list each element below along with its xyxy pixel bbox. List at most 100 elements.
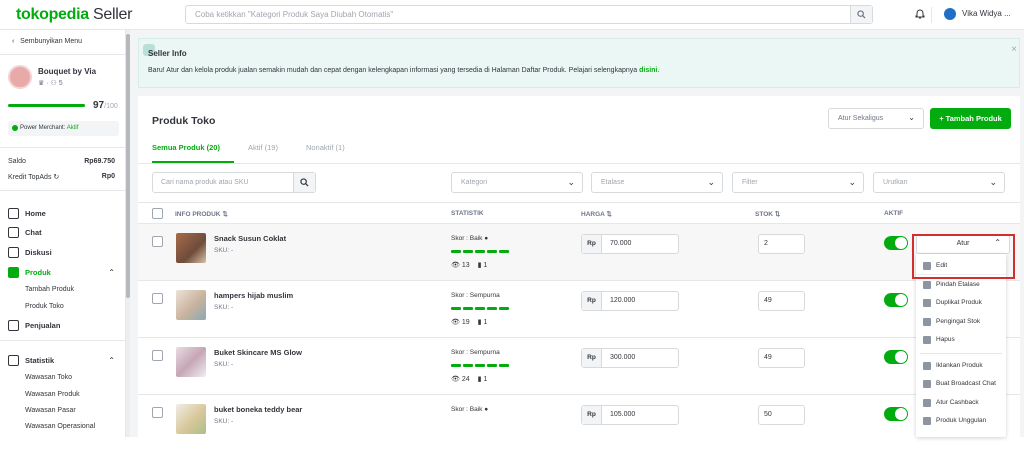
filter-dropdown[interactable]: Filter ⌄ [732,172,864,193]
bulk-action-dropdown[interactable]: Atur Sekaligus ⌄ [828,108,924,129]
user-avatar[interactable] [944,8,956,20]
nav-chat[interactable]: Chat [8,227,42,238]
price-input[interactable]: Rp 105.000 [581,405,679,425]
badge-icon: ♛ [38,80,45,87]
product-stats: 👁 13 ▮ 1 [451,262,488,269]
stock-input[interactable]: 49 [758,291,805,311]
header-stok[interactable]: STOK ⇅ [755,210,780,218]
product-name[interactable]: Snack Susun Coklat [214,234,286,243]
nav-wawasan-operasional[interactable]: Wawasan Operasional [25,423,95,430]
chevron-up-icon[interactable]: ⌃ [108,356,115,365]
product-thumbnail[interactable] [176,233,206,263]
sort-dropdown[interactable]: Urutkan ⌄ [873,172,1005,193]
top-bar: tokopedia Seller Coba ketikkan "Kategori… [0,0,1024,30]
row-checkbox[interactable] [152,293,163,304]
row-checkbox[interactable] [152,407,163,418]
product-thumbnail[interactable] [176,404,206,434]
chevron-down-icon: ⌄ [707,177,715,187]
search-button[interactable] [850,6,872,23]
nav-penjualan[interactable]: Penjualan [8,320,60,331]
active-toggle[interactable] [884,407,908,421]
duplicate-icon [923,299,931,307]
header-harga[interactable]: HARGA ⇅ [581,210,612,218]
row-checkbox[interactable] [152,350,163,361]
active-toggle[interactable] [884,293,908,307]
active-toggle[interactable] [884,350,908,364]
atur-action-menu: Edit Pindah Etalase Duplikat Produk Peng… [916,254,1006,437]
row-checkbox[interactable] [152,236,163,247]
topads-label: Kredit TopAds ↻ [8,174,60,181]
table-row: Buket Skincare MS Glow SKU: - Skor : Sem… [138,338,1020,395]
menu-item-hapus[interactable]: Hapus [916,331,1006,349]
product-sku: SKU: - [214,361,234,368]
stock-input[interactable]: 49 [758,348,805,368]
product-sku: SKU: - [214,418,234,425]
menu-item-cashback[interactable]: Atur Cashback [916,394,1006,412]
ads-icon [923,362,931,370]
nav-wawasan-pasar[interactable]: Wawasan Pasar [25,407,76,414]
tab-active[interactable]: Aktif (19) [248,143,292,163]
product-name[interactable]: buket boneka teddy bear [214,405,302,414]
nav-wawasan-produk[interactable]: Wawasan Produk [25,391,80,398]
move-icon [923,281,931,289]
search-icon [300,178,309,187]
nav-home[interactable]: Home [8,208,46,219]
broadcast-icon [923,380,931,388]
score-bars [451,307,509,310]
product-name[interactable]: hampers hijab muslim [214,291,293,300]
shop-score-bar [8,104,85,107]
shop-avatar[interactable] [8,65,32,89]
nav-wawasan-toko[interactable]: Wawasan Toko [25,374,72,381]
saldo-value[interactable]: Rp69.750 [84,158,115,165]
stock-input[interactable]: 2 [758,234,805,254]
product-name[interactable]: Buket Skincare MS Glow [214,348,302,357]
tab-all-products[interactable]: Semua Produk (20) [152,143,234,163]
nav-produk-toko[interactable]: Produk Toko [25,303,64,310]
active-toggle[interactable] [884,236,908,250]
menu-item-pengingat-stok[interactable]: Pengingat Stok [916,313,1006,331]
category-dropdown[interactable]: Kategori ⌄ [451,172,583,193]
tokopedia-seller-logo[interactable]: tokopedia Seller [16,6,132,24]
product-search-input[interactable]: Cari nama produk atau SKU [152,172,316,193]
product-stats: 👁 24 ▮ 1 [451,376,488,383]
menu-item-duplikat[interactable]: Duplikat Produk [916,294,1006,312]
product-sku: SKU: - [214,247,234,254]
menu-item-iklankan[interactable]: Iklankan Produk [916,357,1006,375]
select-all-checkbox[interactable] [152,208,163,219]
saldo-label: Saldo [8,158,26,165]
menu-item-broadcast[interactable]: Buat Broadcast Chat [916,375,1006,393]
notification-bell-icon[interactable] [915,8,925,19]
tab-inactive[interactable]: Nonaktif (1) [306,143,359,163]
etalase-dropdown[interactable]: Etalase ⌄ [591,172,723,193]
price-input[interactable]: Rp 70.000 [581,234,679,254]
price-input[interactable]: Rp 120.000 [581,291,679,311]
info-icon: ● [484,406,489,413]
nav-produk[interactable]: Produk [8,267,51,278]
seller-info-link[interactable]: disini [639,67,657,74]
reminder-icon [923,318,931,326]
stock-input[interactable]: 50 [758,405,805,425]
chevron-down-icon: ⌄ [848,177,856,187]
add-product-button[interactable]: + Tambah Produk [930,108,1011,129]
shop-name[interactable]: Bouquet by Via [38,67,96,76]
global-search-input[interactable]: Coba ketikkan "Kategori Produk Saya Diub… [185,5,873,24]
close-icon[interactable]: × [1011,44,1017,55]
nav-tambah-produk[interactable]: Tambah Produk [25,286,74,293]
user-name[interactable]: Vika Widya ... [962,9,1011,18]
price-input[interactable]: Rp 300.000 [581,348,679,368]
header-info-produk[interactable]: INFO PRODUK ⇅ [175,210,228,218]
eye-icon: 👁 [451,376,460,383]
topads-value[interactable]: Rp0 [102,173,115,180]
product-search-button[interactable] [293,173,315,192]
chevron-down-icon: ⌄ [989,177,997,187]
product-thumbnail[interactable] [176,290,206,320]
hide-menu-button[interactable]: ‹ Sembunyikan Menu [12,38,82,45]
shop-badges: ♛ · ⚇ 5 [38,80,63,87]
nav-statistik[interactable]: Statistik [8,355,54,366]
product-thumbnail[interactable] [176,347,206,377]
product-score: Skor : Sempurna [451,292,500,299]
chevron-up-icon[interactable]: ⌃ [108,268,115,277]
power-merchant-badge[interactable]: Power Merchant: Aktif [8,121,119,136]
menu-item-unggulan[interactable]: Produk Unggulan [916,412,1006,430]
nav-diskusi[interactable]: Diskusi [8,247,52,258]
